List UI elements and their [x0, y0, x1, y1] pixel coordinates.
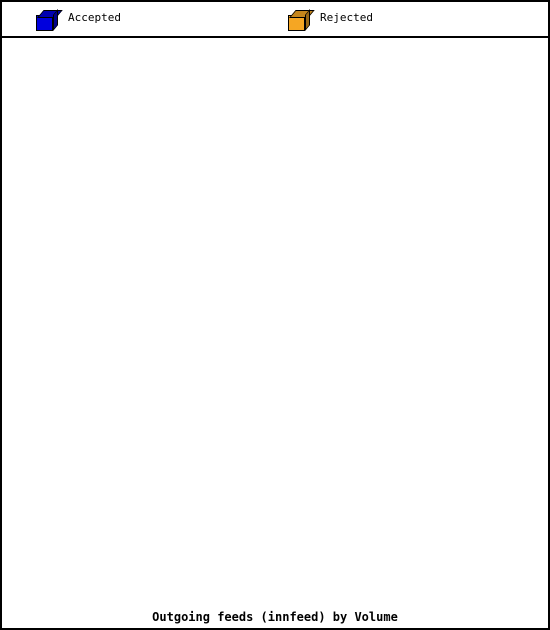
chart-plot-area: Outgoing feeds (innfeed) by Volume: [2, 38, 548, 628]
chart-legend: Accepted Rejected: [2, 2, 548, 38]
chart-frame: Accepted Rejected Outgoing feeds (innfee…: [0, 0, 550, 630]
legend-label-accepted: Accepted: [68, 11, 121, 24]
rejected-cube-icon: [288, 9, 315, 31]
chart-x-axis-title: Outgoing feeds (innfeed) by Volume: [152, 610, 398, 624]
accepted-cube-icon: [36, 9, 63, 31]
legend-label-rejected: Rejected: [320, 11, 373, 24]
